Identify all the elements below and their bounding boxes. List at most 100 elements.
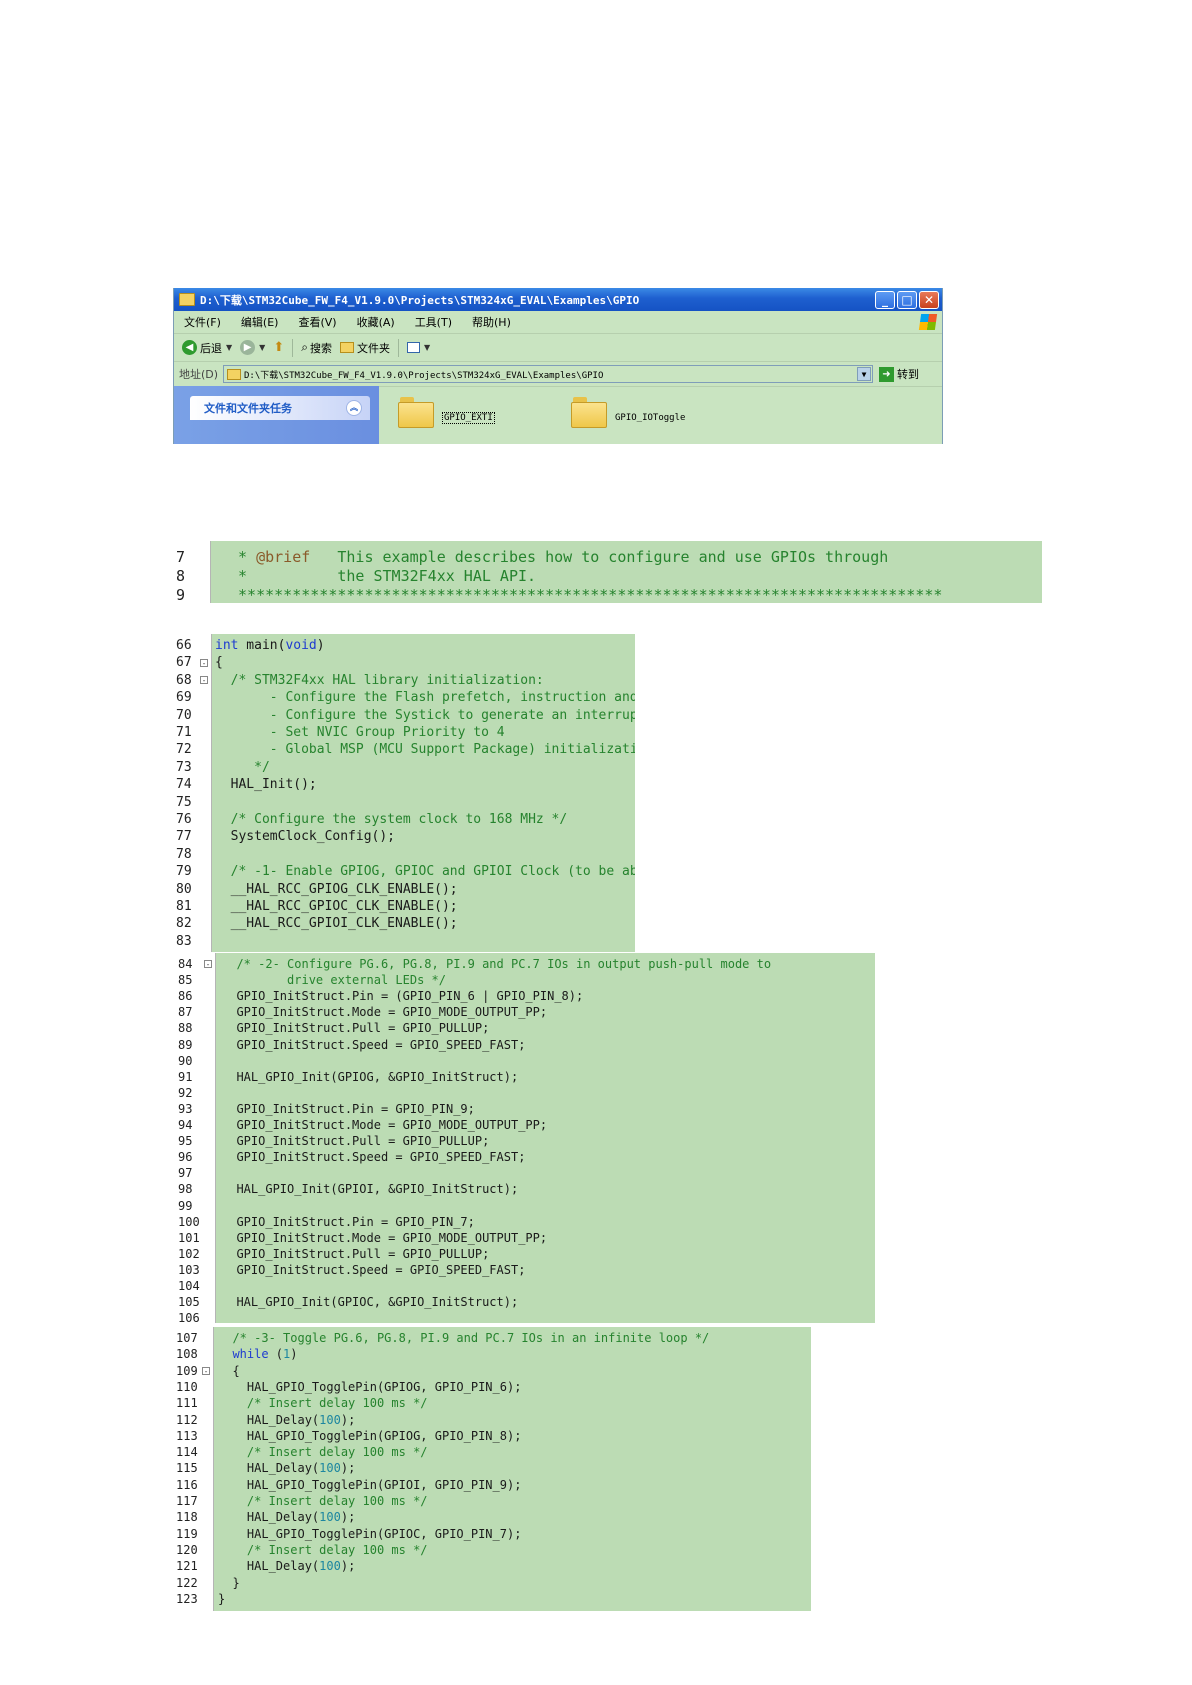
code-text: /* Insert delay 100 ms */ [218, 1542, 428, 1558]
fold-toggle-icon[interactable]: - [202, 1366, 210, 1375]
code-text: /* -1- Enable GPIOG, GPIOC and GPIOI Clo… [215, 863, 635, 880]
code-token: GPIO_InitStruct.Speed = GPIO_SPEED_FAST; [222, 1037, 526, 1052]
code-line: 121 HAL_Delay(100); [173, 1558, 811, 1574]
code-text: - Set NVIC Group Priority to 4 [215, 724, 505, 741]
line-number: 106 [178, 1311, 200, 1323]
code-token: ); [340, 1461, 356, 1476]
go-button[interactable]: ➜ 转到 [879, 366, 919, 382]
chevron-down-icon[interactable]: ▼ [857, 367, 871, 381]
code-line: 112 HAL_Delay(100); [173, 1412, 811, 1428]
code-line: 70 - Configure the Systick to generate a… [173, 707, 635, 724]
folder-item[interactable]: GPIO_EXTI [398, 394, 495, 428]
code-line: 120 /* Insert delay 100 ms */ [173, 1542, 811, 1558]
code-token: GPIO_InitStruct.Mode = GPIO_MODE_OUTPUT_… [222, 1005, 548, 1020]
code-line: 92 [175, 1085, 875, 1101]
forward-arrow-icon: ▶ [240, 340, 256, 355]
line-number: 81 [176, 899, 192, 914]
close-button[interactable]: ✕ [919, 290, 939, 309]
fold-toggle-icon[interactable]: - [200, 676, 208, 685]
line-number: 107 [176, 1331, 198, 1345]
code-token: GPIO_InitStruct.Pin = GPIO_PIN_9; [222, 1101, 475, 1116]
back-button[interactable]: ◀ 后退 ▼ [182, 340, 232, 356]
code-token: __HAL_RCC_GPIOC_CLK_ENABLE(); [215, 899, 458, 914]
code-line: 98 HAL_GPIO_Init(GPIOI, &GPIO_InitStruct… [175, 1181, 875, 1197]
code-line: 100 GPIO_InitStruct.Pin = GPIO_PIN_7; [175, 1214, 875, 1230]
search-button[interactable]: ⌕ 搜索 [301, 340, 332, 356]
code-line: 114 /* Insert delay 100 ms */ [173, 1444, 811, 1460]
fold-toggle-icon[interactable]: - [200, 659, 208, 668]
menu-edit[interactable]: 编辑(E) [231, 314, 289, 330]
code-line: 116 HAL_GPIO_TogglePin(GPIOI, GPIO_PIN_9… [173, 1477, 811, 1493]
code-text: * @brief This example describes how to c… [229, 548, 888, 567]
line-number: 112 [176, 1412, 198, 1427]
folder-icon [227, 368, 241, 380]
line-number: 66 [176, 638, 192, 653]
code-text: __HAL_RCC_GPIOG_CLK_ENABLE(); [215, 881, 458, 898]
collapse-chevron-icon[interactable]: ︽ [346, 400, 362, 416]
code-token: __HAL_RCC_GPIOI_CLK_ENABLE(); [215, 916, 458, 932]
menu-file[interactable]: 文件(F) [174, 314, 231, 330]
code-line: 119 HAL_GPIO_TogglePin(GPIOC, GPIO_PIN_7… [173, 1526, 811, 1542]
code-text: /* -3- Toggle PG.6, PG.8, PI.9 and PC.7 … [218, 1330, 709, 1346]
folders-label: 文件夹 [356, 341, 390, 355]
code-token: */ [215, 759, 270, 775]
code-text: GPIO_InitStruct.Speed = GPIO_SPEED_FAST; [222, 1149, 525, 1165]
code-text: */ [215, 759, 270, 776]
code-token: GPIO_InitStruct.Pull = GPIO_PULLUP; [222, 1134, 490, 1149]
code-line: 105 HAL_GPIO_Init(GPIOC, &GPIO_InitStruc… [175, 1294, 875, 1310]
line-number: 91 [178, 1069, 193, 1084]
line-number: 109 [176, 1363, 198, 1378]
fold-toggle-icon[interactable]: - [204, 960, 212, 969]
folder-item[interactable]: GPIO_IOToggle [571, 394, 685, 428]
chevron-down-icon: ▼ [259, 343, 266, 352]
code-snippet-gpio-init: 84 - /* -2- Configure PG.6, PG.8, PI.9 an… [175, 953, 875, 1323]
code-text: /* Insert delay 100 ms */ [218, 1493, 428, 1509]
folders-button[interactable]: 文件夹 [339, 340, 390, 356]
code-text: /* Configure the system clock to 168 MHz… [215, 811, 568, 828]
address-input[interactable]: D:\下载\STM32Cube_FW_F4_V1.9.0\Projects\ST… [223, 365, 873, 383]
search-label: 搜索 [309, 341, 332, 355]
code-token: ); [340, 1510, 356, 1525]
views-button[interactable]: ▼ [406, 342, 430, 353]
code-token: 100 [319, 1461, 341, 1476]
line-number: 110 [176, 1379, 198, 1394]
maximize-button[interactable]: □ [897, 290, 917, 309]
menu-favorites[interactable]: 收藏(A) [347, 314, 405, 330]
menu-help[interactable]: 帮助(H) [462, 314, 521, 330]
code-line: 101 GPIO_InitStruct.Mode = GPIO_MODE_OUT… [175, 1230, 875, 1246]
code-token: int [215, 638, 239, 653]
folder-icon [398, 394, 434, 428]
line-number: 74 [176, 777, 192, 793]
code-line: 74 HAL_Init(); [173, 776, 635, 793]
task-pane-header[interactable]: 文件和文件夹任务 ︽ [190, 396, 370, 420]
code-line: 117 /* Insert delay 100 ms */ [173, 1493, 811, 1509]
code-snippet-toggle-loop: 107 /* -3- Toggle PG.6, PG.8, PI.9 and P… [173, 1327, 811, 1611]
title-bar: D:\下载\STM32Cube_FW_F4_V1.9.0\Projects\ST… [174, 288, 942, 311]
code-line: 9 **************************************… [173, 586, 1042, 603]
task-pane: 文件和文件夹任务 ︽ [174, 386, 379, 444]
line-number: 87 [178, 1005, 193, 1020]
code-line: 115 HAL_Delay(100); [173, 1460, 811, 1476]
line-number: 116 [176, 1477, 198, 1492]
code-token: - Set NVIC Group Priority to 4 [215, 725, 505, 740]
up-folder-button[interactable]: ⬆ [273, 340, 284, 355]
line-number: 95 [178, 1134, 193, 1149]
address-value: D:\下载\STM32Cube_FW_F4_V1.9.0\Projects\ST… [244, 370, 604, 381]
line-number: 67 [176, 655, 192, 671]
code-token: GPIO_InitStruct.Pin = (GPIO_PIN_6 | GPIO… [222, 989, 584, 1004]
menu-view[interactable]: 查看(V) [288, 314, 346, 330]
code-token: 100 [319, 1412, 341, 1427]
code-token: HAL_Delay( [218, 1412, 320, 1427]
explorer-window: D:\下载\STM32Cube_FW_F4_V1.9.0\Projects\ST… [173, 288, 943, 444]
code-text: * the STM32F4xx HAL API. [229, 567, 536, 586]
code-text: SystemClock_Config(); [215, 828, 395, 845]
code-token: /* -1- Enable GPIOG, GPIOC and GPIOI Clo… [230, 864, 635, 880]
line-number: 118 [176, 1510, 198, 1525]
line-number: 101 [178, 1230, 200, 1245]
minimize-button[interactable]: _ [875, 290, 895, 309]
forward-button[interactable]: ▶ ▼ [240, 340, 265, 355]
menu-tools[interactable]: 工具(T) [405, 314, 462, 330]
code-line: 87 GPIO_InitStruct.Mode = GPIO_MODE_OUTP… [175, 1004, 875, 1020]
code-line: 99 [175, 1198, 875, 1214]
up-folder-icon: ⬆ [273, 340, 285, 355]
